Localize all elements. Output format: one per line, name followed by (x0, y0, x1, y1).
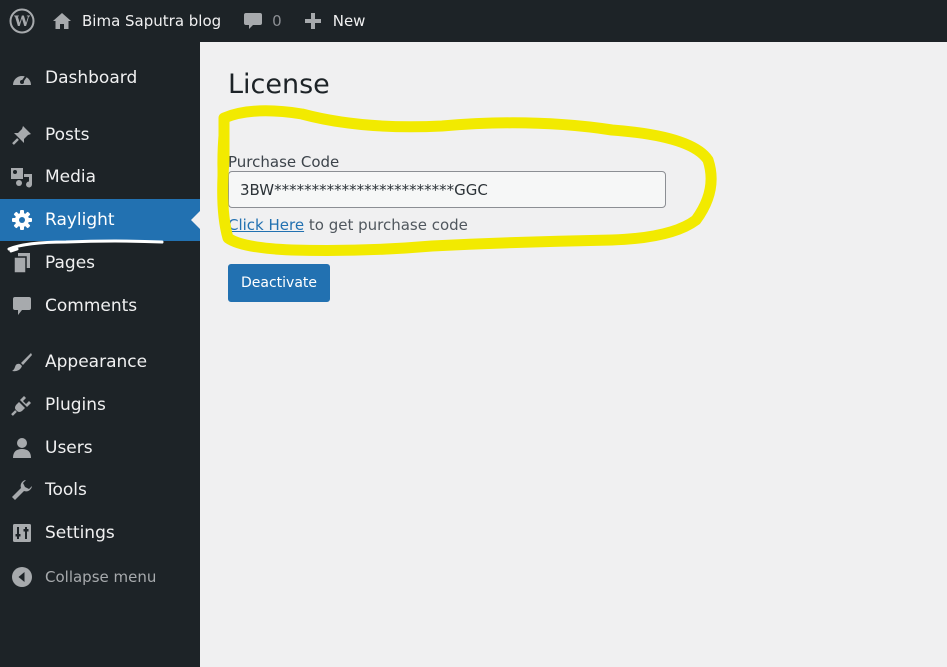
plus-icon (304, 13, 321, 29)
collapse-menu-button[interactable]: Collapse menu (0, 556, 200, 598)
sidebar-item-raylight[interactable]: Raylight (0, 199, 200, 241)
page-title: License (228, 69, 330, 100)
admin-sidebar: Dashboard Posts Media Raylight Pages Com… (0, 42, 200, 667)
sidebar-item-settings[interactable]: Settings (0, 512, 200, 554)
comment-count: 0 (272, 12, 282, 30)
sidebar-item-dashboard[interactable]: Dashboard (0, 57, 200, 99)
sidebar-item-media[interactable]: Media (0, 156, 200, 198)
purchase-code-help: Click Here to get purchase code (228, 216, 468, 234)
svg-text:W: W (13, 14, 30, 30)
site-name-link[interactable]: Bima Saputra blog (52, 0, 221, 42)
main-content: License Purchase Code Click Here to get … (200, 42, 947, 667)
sidebar-item-posts[interactable]: Posts (0, 114, 200, 156)
click-here-link[interactable]: Click Here (228, 216, 304, 234)
pin-icon (10, 124, 34, 146)
settings-icon (10, 522, 34, 544)
sidebar-item-plugins[interactable]: Plugins (0, 384, 200, 426)
home-icon (52, 12, 72, 30)
sidebar-item-users[interactable]: Users (0, 427, 200, 469)
comments-link[interactable]: 0 (243, 0, 282, 42)
new-content-link[interactable]: New (304, 0, 366, 42)
wordpress-logo-icon: W (9, 8, 35, 34)
sidebar-item-comments[interactable]: Comments (0, 285, 200, 327)
deactivate-button[interactable]: Deactivate (228, 264, 330, 302)
sidebar-item-appearance[interactable]: Appearance (0, 341, 200, 383)
gear-icon (10, 209, 34, 231)
plug-icon (10, 394, 34, 416)
admin-bar: W Bima Saputra blog 0 New (0, 0, 947, 42)
comment-bubble-icon (244, 13, 263, 29)
site-name: Bima Saputra blog (82, 12, 222, 30)
brush-icon (10, 351, 34, 373)
user-icon (10, 437, 34, 459)
wrench-icon (10, 479, 34, 501)
new-label: New (332, 12, 366, 30)
purchase-code-label: Purchase Code (228, 153, 340, 171)
sidebar-item-tools[interactable]: Tools (0, 469, 200, 511)
media-icon (10, 166, 34, 188)
help-suffix: to get purchase code (304, 216, 468, 234)
dashboard-icon (10, 67, 34, 89)
purchase-code-input[interactable] (228, 171, 666, 208)
underline-annotation (7, 239, 164, 253)
comment-icon (10, 295, 34, 317)
wordpress-logo-button[interactable]: W (0, 0, 44, 42)
collapse-arrow-icon (10, 566, 34, 588)
